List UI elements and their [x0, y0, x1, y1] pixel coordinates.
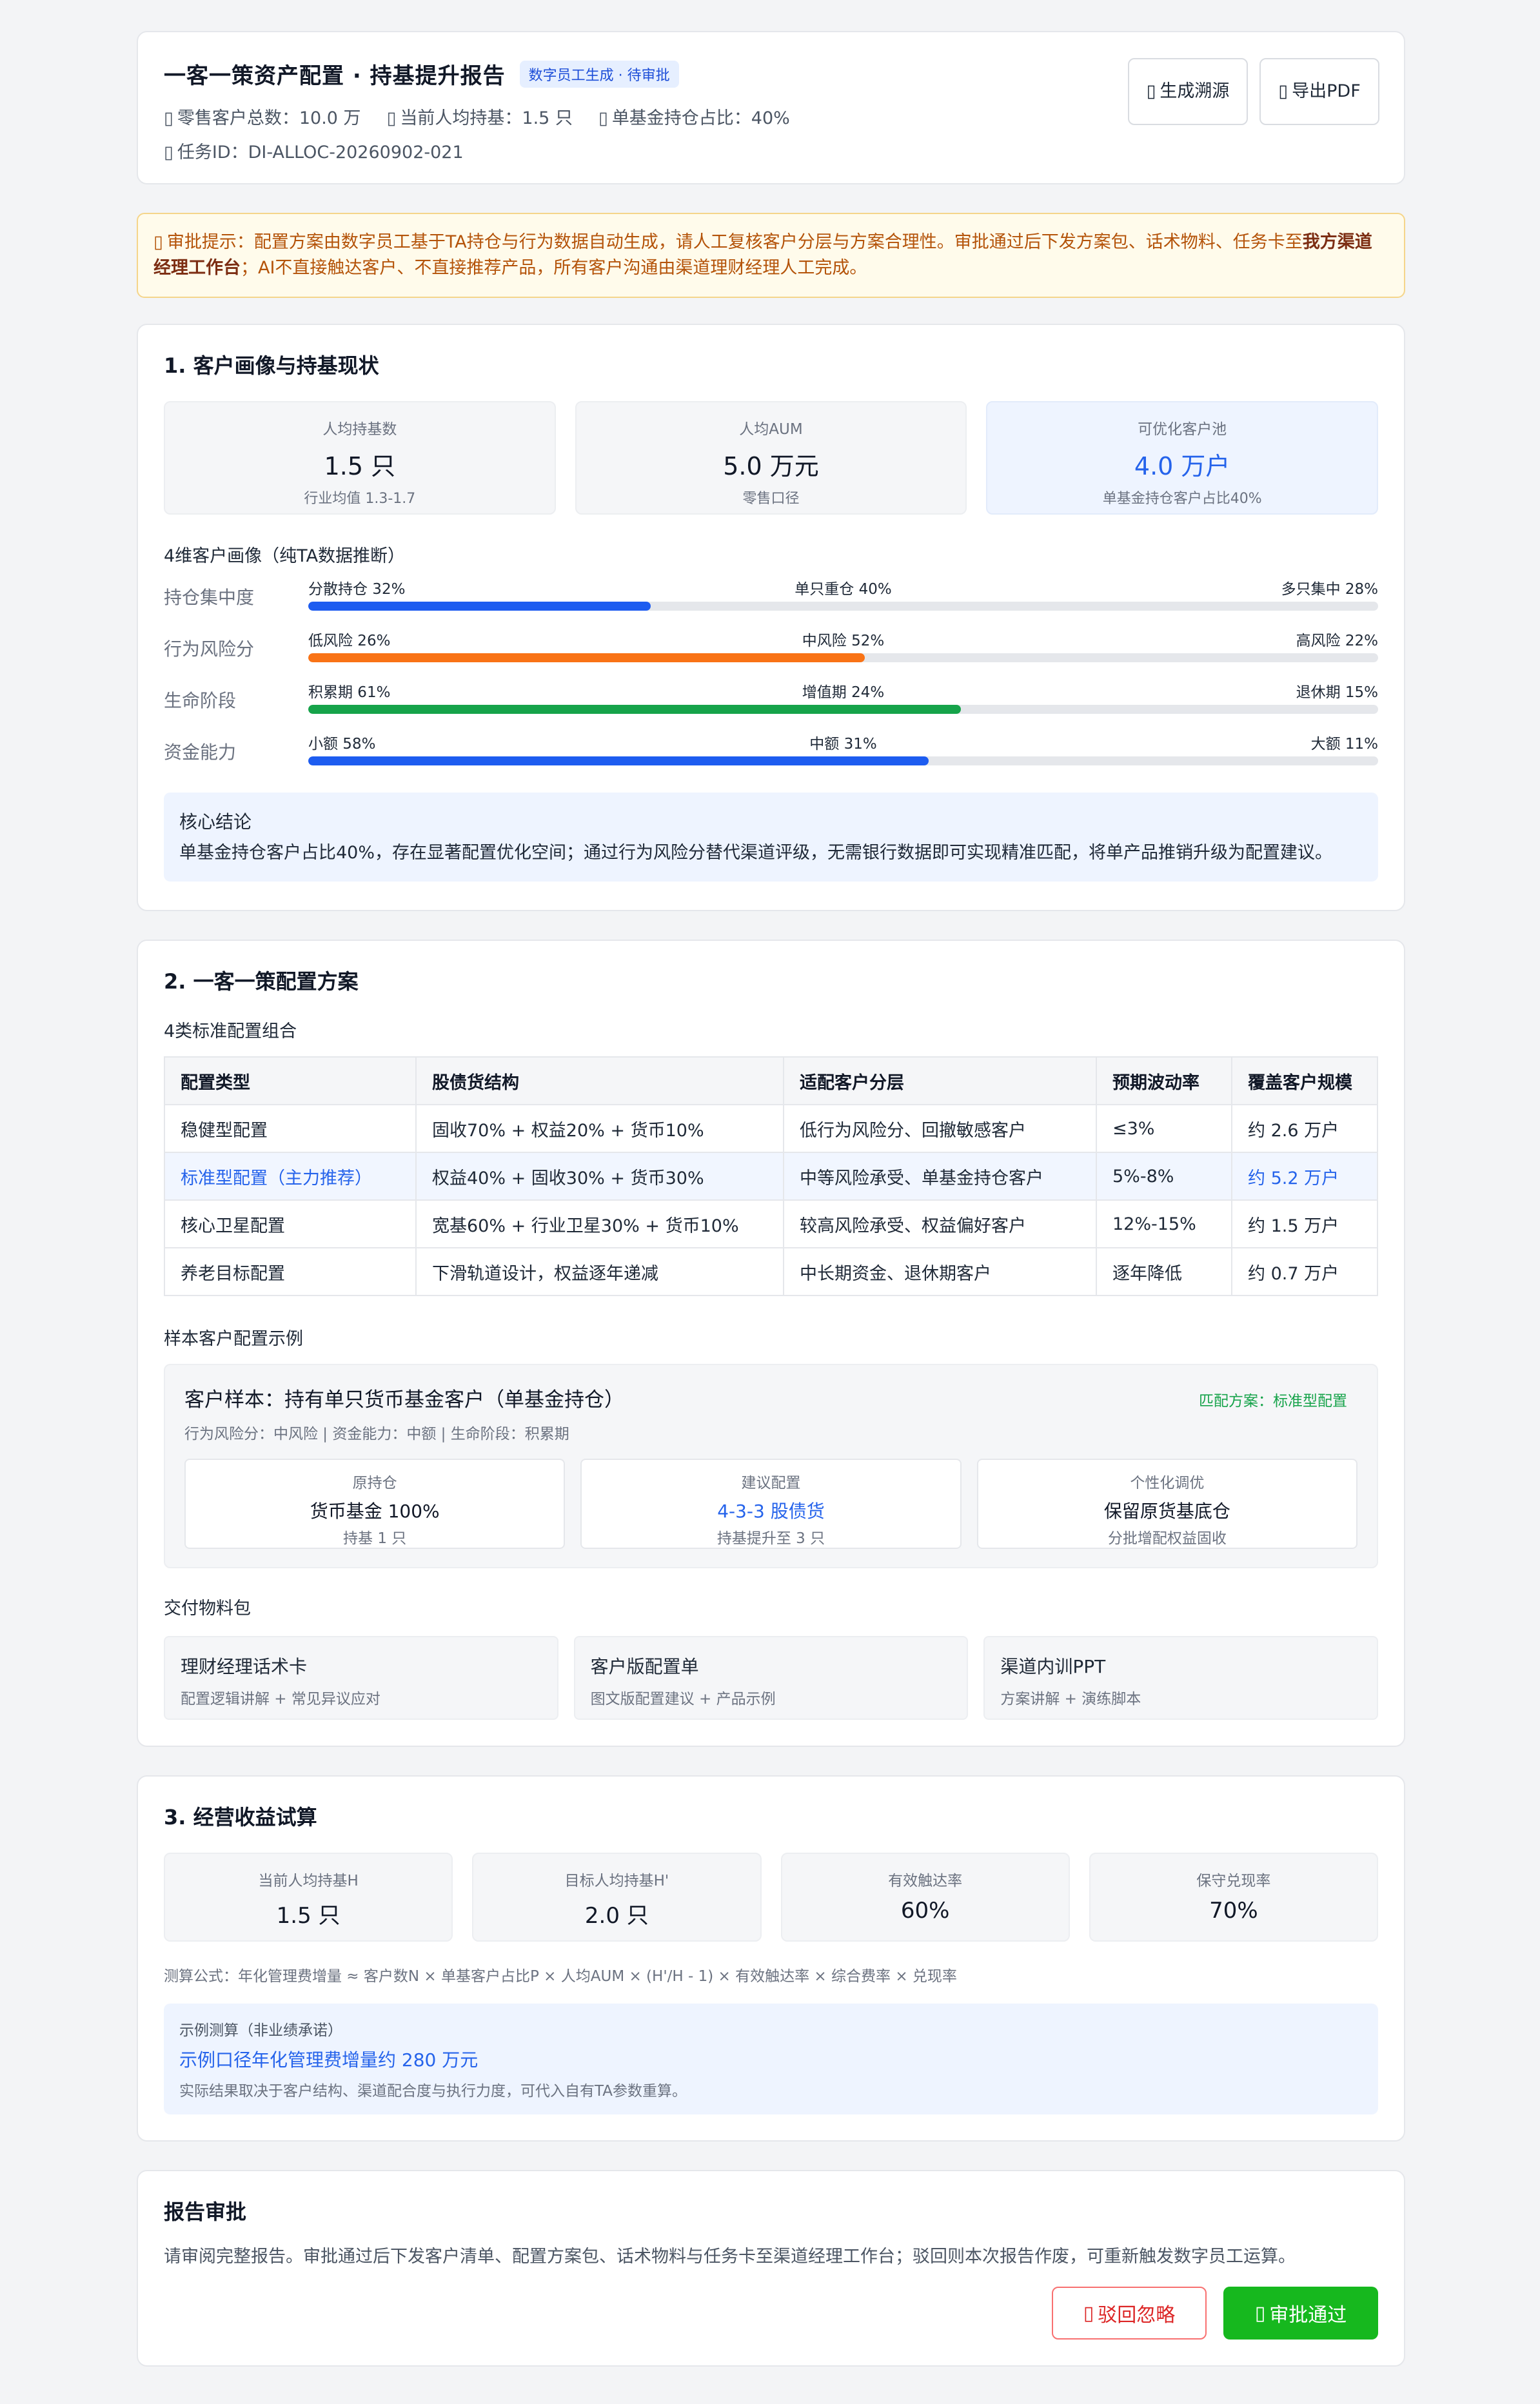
- stat-reach-rate: 有效触达率 60%: [780, 1853, 1070, 1942]
- report-page: 一客一策资产配置 · 持基提升报告 数字员工生成 · 待审批 ▯ 零售客户总数：1…: [137, 31, 1405, 2395]
- approval-notice: ▯ 审批提示：配置方案由数字员工基于TA持仓与行为数据自动生成，请人工复核客户分层…: [137, 213, 1405, 298]
- progress-fill: [308, 756, 929, 765]
- task-id: ▯ 任务ID：DI-ALLOC-20260902-021: [164, 143, 464, 163]
- approval-text: 请审阅完整报告。审批通过后下发客户清单、配置方案包、话术物料与任务卡至渠道经理工…: [164, 2247, 1296, 2267]
- example-estimate: 示例测算（非业绩承诺） 示例口径年化管理费增量约 280 万元 实际结果取决于客…: [164, 2004, 1378, 2114]
- progress-fill: [308, 602, 651, 611]
- approval-actions: ▯ 驳回忽略 ▯ 审批通过: [164, 2287, 1378, 2340]
- trace-icon: ▯: [1146, 81, 1156, 101]
- revenue-stats: 当前人均持基H 1.5 只 目标人均持基H' 2.0 只 有效触达率 60% 保…: [164, 1853, 1378, 1942]
- profile-bars: 持仓集中度 分散持仓 32% 单只重仓 40% 多只集中 28% 行为风险分 低风险…: [164, 576, 1378, 782]
- section-allocation-plan: 2. 一客一策配置方案 4类标准配置组合 配置类型 股债货结构 适配客户分层 预…: [137, 940, 1405, 1747]
- reject-button[interactable]: ▯ 驳回忽略: [1052, 2287, 1207, 2340]
- page-title: 一客一策资产配置 · 持基提升报告: [164, 63, 506, 89]
- tag-icon: ▯: [164, 143, 173, 163]
- header-actions: ▯ 生成溯源 ▯ 导出PDF: [1116, 58, 1379, 125]
- approve-button[interactable]: ▯ 审批通过: [1223, 2287, 1378, 2340]
- allocation-table: 配置类型 股债货结构 适配客户分层 预期波动率 覆盖客户规模 稳健型配置 固收70…: [164, 1056, 1378, 1296]
- sample-title: 样本客户配置示例: [164, 1329, 303, 1349]
- profile-title: 4维客户画像（纯TA数据推断）: [164, 546, 406, 566]
- download-icon: ▯: [1278, 81, 1288, 101]
- material-item[interactable]: 理财经理话术卡 配置逻辑讲解 + 常见异议应对: [164, 1636, 558, 1720]
- formula-text: 测算公式：年化管理费增量 ≈ 客户数N × 单基客户占比P × 人均AUM × …: [164, 1968, 957, 1985]
- table-row: 稳健型配置 固收70% + 权益20% + 货币10% 低行为风险分、回撤敏感客户 ≤…: [164, 1104, 1378, 1153]
- stat-target-h: 目标人均持基H' 2.0 只: [472, 1853, 762, 1942]
- meta-single-fund: ▯ 单基金持仓占比：40%: [598, 108, 790, 128]
- meta-customers: ▯ 零售客户总数：10.0 万: [164, 108, 361, 128]
- pie-icon: ▯: [598, 108, 608, 128]
- stat-current-h: 当前人均持基H 1.5 只: [164, 1853, 453, 1942]
- progress-fill: [308, 653, 865, 662]
- sample-suggested: 建议配置 4-3-3 股债货 持基提升至 3 只: [580, 1459, 962, 1549]
- section-title: 1. 客户画像与持基现状: [164, 353, 379, 378]
- core-conclusion: 核心结论 单基金持仓客户占比40%，存在显著配置优化空间；通过行为风险分替代渠道…: [164, 793, 1378, 882]
- stat-avg-aum: 人均AUM 5.0 万元 零售口径: [575, 401, 967, 515]
- profile-row: 行为风险分 低风险 26% 中风险 52% 高风险 22%: [164, 627, 1378, 679]
- stat-optimizable-pool: 可优化客户池 4.0 万户 单基金持仓客户占比40%: [986, 401, 1379, 515]
- stat-avg-funds: 人均持基数 1.5 只 行业均值 1.3-1.7: [164, 401, 556, 515]
- profile-row: 持仓集中度 分散持仓 32% 单只重仓 40% 多只集中 28%: [164, 576, 1378, 627]
- table-row: 核心卫星配置 宽基60% + 行业卫星30% + 货币10% 较高风险承受、权益偏好…: [164, 1199, 1378, 1248]
- warning-icon: ▯: [153, 232, 163, 252]
- chart-icon: ▯: [386, 108, 397, 128]
- material-item[interactable]: 渠道内训PPT 方案讲解 + 演练脚本: [983, 1636, 1379, 1720]
- section-title: 报告审批: [164, 2200, 247, 2224]
- section-approval: 报告审批 请审阅完整报告。审批通过后下发客户清单、配置方案包、话术物料与任务卡至…: [137, 2170, 1405, 2367]
- sample-original: 原持仓 货币基金 100% 持基 1 只: [184, 1459, 566, 1549]
- progress-track: [308, 602, 1378, 611]
- close-icon: ▯: [1083, 2301, 1094, 2325]
- progress-fill: [308, 705, 961, 714]
- check-icon: ▯: [1254, 2301, 1266, 2325]
- table-row-recommended: 标准型配置（主力推荐） 权益40% + 固收30% + 货币30% 中等风险承受、单…: [164, 1152, 1378, 1201]
- material-item[interactable]: 客户版配置单 图文版配置建议 + 产品示例: [573, 1636, 969, 1720]
- report-header: 一客一策资产配置 · 持基提升报告 数字员工生成 · 待审批 ▯ 零售客户总数：1…: [137, 31, 1405, 184]
- materials-list: 理财经理话术卡 配置逻辑讲解 + 常见异议应对 客户版配置单 图文版配置建议 +…: [164, 1636, 1379, 1720]
- progress-track: [308, 756, 1378, 765]
- sample-personalized: 个性化调优 保留原货基底仓 分批增配权益固收: [976, 1459, 1357, 1549]
- status-badge: 数字员工生成 · 待审批: [519, 60, 679, 88]
- materials-title: 交付物料包: [164, 1599, 251, 1619]
- section-title: 2. 一客一策配置方案: [164, 969, 359, 994]
- table-header-row: 配置类型 股债货结构 适配客户分层 预期波动率 覆盖客户规模: [164, 1056, 1378, 1105]
- section-customer-profile: 1. 客户画像与持基现状 人均持基数 1.5 只 行业均值 1.3-1.7 人均…: [137, 324, 1405, 911]
- section-title: 3. 经营收益试算: [164, 1805, 317, 1829]
- table-row: 养老目标配置 下滑轨道设计，权益逐年递减 中长期资金、退休期客户 逐年降低约 0.7 …: [164, 1247, 1378, 1296]
- export-pdf-button[interactable]: ▯ 导出PDF: [1259, 58, 1379, 125]
- progress-track: [308, 705, 1378, 714]
- progress-track: [308, 653, 1378, 662]
- section-revenue-estimate: 3. 经营收益试算 当前人均持基H 1.5 只 目标人均持基H' 2.0 只 有…: [137, 1775, 1405, 2142]
- profile-row: 资金能力 小额 58% 中额 31% 大额 11%: [164, 731, 1378, 782]
- trace-button[interactable]: ▯ 生成溯源: [1128, 58, 1248, 125]
- stat-conversion-rate: 保守兑现率 70%: [1089, 1853, 1378, 1942]
- match-badge: 匹配方案：标准型配置: [1199, 1393, 1347, 1410]
- profile-stats: 人均持基数 1.5 只 行业均值 1.3-1.7 人均AUM 5.0 万元 零售…: [164, 401, 1379, 515]
- users-icon: ▯: [164, 108, 173, 128]
- sample-customer: 客户样本：持有单只货币基金客户（单基金持仓） 行为风险分：中风险 | 资金能力：…: [164, 1364, 1378, 1568]
- profile-row: 生命阶段 积累期 61% 增值期 24% 退休期 15%: [164, 679, 1378, 731]
- meta-holdings: ▯ 当前人均持基：1.5 只: [386, 108, 573, 128]
- table-title: 4类标准配置组合: [164, 1021, 297, 1041]
